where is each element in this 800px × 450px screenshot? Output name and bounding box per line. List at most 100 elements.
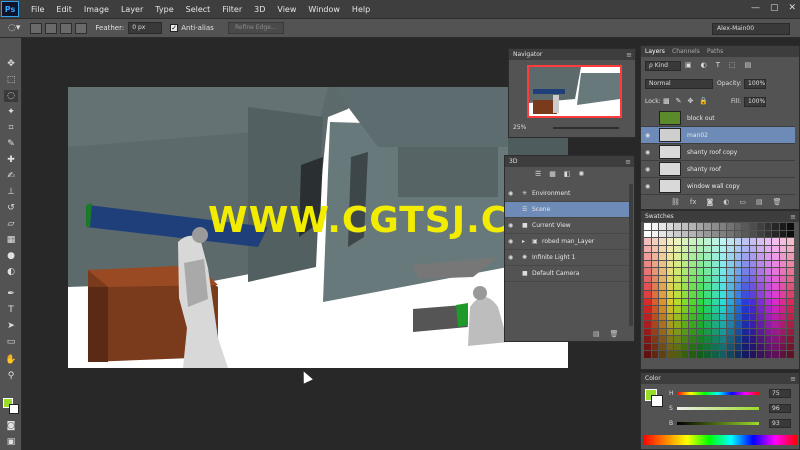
swatch-cell[interactable]	[719, 336, 727, 343]
swatch-cell[interactable]	[764, 245, 772, 253]
swatch-cell[interactable]	[734, 275, 742, 283]
layer-row-window-wall-copy[interactable]: ◉ window wall copy	[641, 178, 795, 195]
swatch-cell[interactable]	[742, 313, 749, 321]
swatch-cell[interactable]	[779, 290, 787, 298]
swatch-cell[interactable]	[719, 290, 727, 298]
swatch-cell[interactable]	[681, 343, 689, 351]
swatch-cell[interactable]	[674, 328, 681, 336]
swatch-cell[interactable]	[779, 245, 787, 253]
swatch-cell[interactable]	[787, 306, 794, 313]
swatch-cell[interactable]	[711, 230, 719, 238]
swatch-cell[interactable]	[749, 260, 757, 268]
swatch-cell[interactable]	[764, 321, 772, 328]
swatch-cell[interactable]	[644, 283, 651, 290]
menu-filter[interactable]: Filter	[222, 5, 242, 14]
swatch-cell[interactable]	[772, 283, 779, 290]
swatch-cell[interactable]	[696, 313, 704, 321]
swatch-cell[interactable]	[772, 313, 779, 321]
3d-row-default-camera[interactable]: ■ Default Camera	[505, 266, 630, 282]
swatch-cell[interactable]	[696, 321, 704, 328]
swatch-cell[interactable]	[764, 238, 772, 245]
swatch-cell[interactable]	[764, 298, 772, 306]
swatch-cell[interactable]	[734, 245, 742, 253]
swatch-cell[interactable]	[704, 230, 711, 238]
swatch-cell[interactable]	[742, 260, 749, 268]
swatch-cell[interactable]	[779, 343, 787, 351]
swatch-cell[interactable]	[696, 238, 704, 245]
swatch-cell[interactable]	[764, 223, 772, 230]
swatch-cell[interactable]	[719, 343, 727, 351]
swatch-cell[interactable]	[689, 321, 696, 328]
swatch-cell[interactable]	[727, 343, 734, 351]
swatch-cell[interactable]	[704, 298, 711, 306]
lock-all-icon[interactable]: 🔒	[699, 97, 708, 105]
swatch-cell[interactable]	[704, 343, 711, 351]
swatch-cell[interactable]	[674, 283, 681, 290]
swatch-cell[interactable]	[764, 351, 772, 358]
saturation-slider[interactable]	[677, 407, 759, 410]
swatch-cell[interactable]	[757, 351, 764, 358]
swatch-cell[interactable]	[696, 268, 704, 275]
swatch-cell[interactable]	[674, 268, 681, 275]
swatch-cell[interactable]	[689, 336, 696, 343]
swatch-cell[interactable]	[742, 328, 749, 336]
swatch-cell[interactable]	[787, 298, 794, 306]
swatch-cell[interactable]	[659, 238, 666, 245]
swatch-cell[interactable]	[749, 290, 757, 298]
swatch-cell[interactable]	[689, 298, 696, 306]
swatch-cell[interactable]	[659, 230, 666, 238]
swatch-cell[interactable]	[749, 223, 757, 230]
swatch-cell[interactable]	[734, 290, 742, 298]
eye-icon[interactable]: ◉	[645, 132, 655, 139]
eye-icon[interactable]: ◉	[508, 190, 518, 197]
swatch-cell[interactable]	[674, 238, 681, 245]
swatch-cell[interactable]	[651, 321, 659, 328]
swatch-cell[interactable]	[666, 343, 674, 351]
brightness-value[interactable]: 93	[769, 419, 791, 428]
tab-navigator[interactable]: Navigator	[509, 49, 546, 60]
swatch-cell[interactable]	[666, 253, 674, 260]
swatch-cell[interactable]	[666, 245, 674, 253]
swatch-cell[interactable]	[764, 253, 772, 260]
intersect-selection-icon[interactable]	[75, 22, 88, 34]
brightness-slider[interactable]	[677, 422, 759, 425]
move-tool-icon[interactable]: ✥	[4, 58, 18, 70]
swatch-cell[interactable]	[651, 306, 659, 313]
swatch-cell[interactable]	[666, 260, 674, 268]
swatch-cell[interactable]	[749, 313, 757, 321]
swatch-cell[interactable]	[711, 321, 719, 328]
swatch-cell[interactable]	[779, 336, 787, 343]
swatch-cell[interactable]	[772, 275, 779, 283]
swatch-cell[interactable]	[681, 328, 689, 336]
swatch-cell[interactable]	[779, 321, 787, 328]
lasso-tool-icon[interactable]: ◌	[4, 90, 18, 102]
swatch-cell[interactable]	[711, 336, 719, 343]
swatch-cell[interactable]	[711, 253, 719, 260]
swatch-cell[interactable]	[696, 245, 704, 253]
refine-edge-button[interactable]: Refine Edge...	[227, 22, 284, 34]
swatch-cell[interactable]	[674, 313, 681, 321]
antialias-checkbox[interactable]: ✓	[170, 24, 179, 32]
swatch-cell[interactable]	[659, 245, 666, 253]
navigator-zoom-value[interactable]: 25%	[513, 124, 526, 131]
menu-type[interactable]: Type	[155, 5, 173, 14]
swatch-cell[interactable]	[696, 260, 704, 268]
lock-pixels-icon[interactable]: ✎	[676, 97, 682, 105]
swatch-cell[interactable]	[681, 313, 689, 321]
swatch-cell[interactable]	[719, 268, 727, 275]
eye-icon[interactable]: ◉	[508, 254, 518, 261]
3d-row-environment[interactable]: ◉ ✳ Environment	[505, 186, 630, 202]
swatch-cell[interactable]	[772, 268, 779, 275]
swatch-cell[interactable]	[666, 336, 674, 343]
swatch-cell[interactable]	[742, 336, 749, 343]
swatch-cell[interactable]	[689, 306, 696, 313]
swatch-cell[interactable]	[674, 230, 681, 238]
menu-view[interactable]: View	[277, 5, 296, 14]
swatch-cell[interactable]	[749, 238, 757, 245]
swatch-cell[interactable]	[772, 223, 779, 230]
swatch-cell[interactable]	[659, 283, 666, 290]
swatch-cell[interactable]	[772, 306, 779, 313]
eye-icon[interactable]: ◉	[645, 166, 655, 173]
swatch-cell[interactable]	[674, 290, 681, 298]
swatch-cell[interactable]	[779, 298, 787, 306]
